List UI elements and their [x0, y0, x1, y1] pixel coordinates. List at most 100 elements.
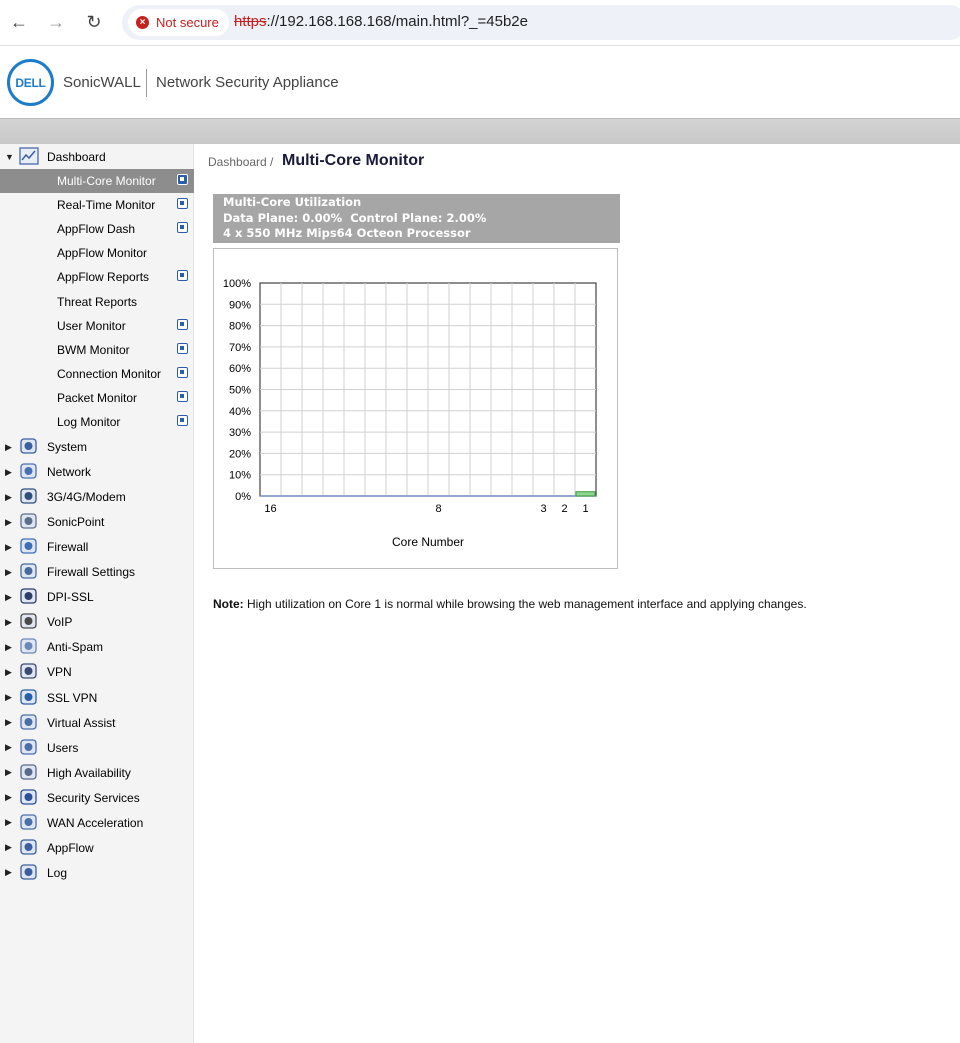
sidebar-item-label: SSL VPN — [47, 690, 98, 705]
sidebar-item-security-services[interactable]: ▶ Security Services — [0, 786, 194, 810]
y-tick-label: 10% — [229, 470, 251, 482]
sidebar-item-dashboard[interactable]: ▼ Dashboard — [0, 145, 194, 169]
expand-right-icon[interactable]: ▶ — [5, 767, 12, 778]
expand-right-icon[interactable]: ▶ — [5, 717, 12, 728]
x-tick-label: 8 — [435, 503, 441, 515]
reload-icon[interactable]: ↻ — [81, 9, 107, 35]
open-window-icon[interactable] — [177, 415, 188, 426]
y-tick-label: 20% — [229, 448, 251, 460]
sidebar-item-log[interactable]: ▶ Log — [0, 861, 194, 885]
sidebar-item-label: Log — [47, 865, 68, 880]
x-tick-label: 3 — [540, 503, 546, 515]
sidebar-item-label: High Availability — [47, 765, 131, 780]
open-window-icon[interactable] — [177, 198, 188, 210]
x-tick-label: 2 — [561, 503, 567, 515]
processor-info: 4 x 550 MHz Mips64 Octeon Processor — [223, 226, 471, 240]
address-bar[interactable]: × Not secure https://192.168.168.168/mai… — [122, 5, 960, 40]
sidebar-item-label: Security Services — [47, 790, 140, 805]
utilization-panel-header: Multi-Core Utilization Data Plane: 0.00%… — [213, 194, 620, 243]
sidebar-item-label: AppFlow Monitor — [57, 246, 148, 261]
sidebar-subitem-multi-core-monitor[interactable]: Multi-Core Monitor — [0, 169, 194, 193]
open-window-icon[interactable] — [177, 342, 188, 354]
sidebar-item-firewall-settings[interactable]: ▶ Firewall Settings — [0, 560, 194, 584]
sidebar-item-label: AppFlow Dash — [57, 222, 136, 237]
browser-toolbar: ← → ↻ × Not secure https://192.168.168.1… — [0, 0, 960, 46]
sidebar-subitem-log-monitor[interactable]: Log Monitor — [0, 410, 194, 434]
firewall-icon — [20, 538, 37, 554]
sidebar-item-label: WAN Acceleration — [47, 815, 144, 830]
sidebar-item-firewall[interactable]: ▶ Firewall — [0, 535, 194, 559]
sidebar-subitem-threat-reports[interactable]: Threat Reports — [0, 290, 194, 314]
open-window-icon[interactable] — [177, 366, 188, 378]
expand-right-icon[interactable]: ▶ — [5, 542, 12, 553]
back-icon[interactable]: ← — [6, 9, 32, 35]
security-chip[interactable]: × Not secure — [128, 9, 229, 36]
expand-right-icon[interactable]: ▶ — [5, 492, 12, 503]
sidebar-item-vpn[interactable]: ▶ VPN — [0, 660, 194, 684]
headset-icon — [20, 613, 37, 629]
forward-icon[interactable]: → — [43, 9, 69, 35]
expand-right-icon[interactable]: ▶ — [5, 592, 12, 603]
sidebar-item-network[interactable]: ▶ Network — [0, 460, 194, 484]
sidebar-item-label: 3G/4G/Modem — [47, 490, 126, 505]
sidebar-item-label: Multi-Core Monitor — [57, 174, 156, 188]
expand-down-icon[interactable]: ▼ — [5, 152, 14, 162]
sidebar-item-wan-acceleration[interactable]: ▶ WAN Acceleration — [0, 811, 194, 835]
sidebar-item-label: VPN — [47, 665, 72, 680]
x-tick-label: 16 — [264, 503, 276, 515]
sidebar-subitem-bwm-monitor[interactable]: BWM Monitor — [0, 338, 194, 362]
sidebar-item-ssl-vpn[interactable]: ▶ SSL VPN — [0, 686, 194, 710]
expand-right-icon[interactable]: ▶ — [5, 642, 12, 653]
sidebar-item-appflow[interactable]: ▶ AppFlow — [0, 836, 194, 860]
expand-right-icon[interactable]: ▶ — [5, 842, 12, 853]
sidebar-item-label: Dashboard — [47, 150, 106, 164]
expand-right-icon[interactable]: ▶ — [5, 667, 12, 678]
sidebar-subitem-appflow-dash[interactable]: AppFlow Dash — [0, 217, 194, 241]
sidebar-item-system[interactable]: ▶ System — [0, 435, 194, 459]
open-window-icon[interactable] — [177, 222, 188, 234]
page-title: Multi-Core Monitor — [282, 152, 425, 169]
sidebar-item-label: Log Monitor — [57, 415, 121, 429]
expand-right-icon[interactable]: ▶ — [5, 742, 12, 753]
sidebar-item-virtual-assist[interactable]: ▶ Virtual Assist — [0, 711, 194, 735]
sidebar-item-voip[interactable]: ▶ VoIP — [0, 610, 194, 634]
y-tick-label: 100% — [223, 278, 251, 290]
sidebar-item-dpi-ssl[interactable]: ▶ DPI-SSL — [0, 585, 194, 609]
expand-right-icon[interactable]: ▶ — [5, 867, 12, 878]
sidebar-subitem-appflow-reports[interactable]: AppFlow Reports — [0, 265, 194, 289]
expand-right-icon[interactable]: ▶ — [5, 442, 12, 453]
expand-right-icon[interactable]: ▶ — [5, 617, 12, 628]
sidebar-subitem-packet-monitor[interactable]: Packet Monitor — [0, 386, 194, 410]
sidebar-item-anti-spam[interactable]: ▶ Anti-Spam — [0, 635, 194, 659]
expand-right-icon[interactable]: ▶ — [5, 792, 12, 803]
sidebar-item-label: Firewall — [47, 540, 89, 555]
sidebar-subitem-real-time-monitor[interactable]: Real-Time Monitor — [0, 193, 194, 217]
breadcrumb[interactable]: Dashboard / — [208, 155, 273, 169]
sidebar-item-label: Packet Monitor — [57, 390, 138, 405]
appflow-chart-icon — [20, 839, 37, 855]
open-window-icon[interactable] — [177, 174, 188, 185]
expand-right-icon[interactable]: ▶ — [5, 567, 12, 578]
url-text[interactable]: https://192.168.168.168/main.html?_=45b2… — [234, 13, 528, 30]
open-window-icon[interactable] — [177, 390, 188, 402]
sidebar-subitem-appflow-monitor[interactable]: AppFlow Monitor — [0, 241, 194, 265]
expand-right-icon[interactable]: ▶ — [5, 692, 12, 703]
sidebar-item-label: Users — [47, 740, 79, 755]
expand-right-icon[interactable]: ▶ — [5, 517, 12, 528]
sidebar-item-users[interactable]: ▶ Users — [0, 736, 194, 760]
sidebar-subitem-user-monitor[interactable]: User Monitor — [0, 314, 194, 338]
expand-right-icon[interactable]: ▶ — [5, 467, 12, 478]
open-window-icon[interactable] — [177, 318, 188, 330]
sidebar-item-3g-4g-modem[interactable]: ▶ 3G/4G/Modem — [0, 485, 194, 509]
sidebar-item-label: Threat Reports — [57, 294, 138, 309]
sidebar-item-sonicpoint[interactable]: ▶ SonicPoint — [0, 510, 194, 534]
expand-right-icon[interactable]: ▶ — [5, 817, 12, 828]
modem-icon — [20, 488, 37, 504]
users-icon — [20, 738, 37, 755]
y-tick-label: 80% — [229, 321, 251, 333]
product-name: Network Security Appliance — [156, 74, 339, 91]
sidebar-item-high-availability[interactable]: ▶ High Availability — [0, 761, 194, 785]
sidebar-subitem-connection-monitor[interactable]: Connection Monitor — [0, 362, 194, 386]
sidebar-item-label: AppFlow — [47, 840, 94, 855]
open-window-icon[interactable] — [177, 270, 188, 282]
